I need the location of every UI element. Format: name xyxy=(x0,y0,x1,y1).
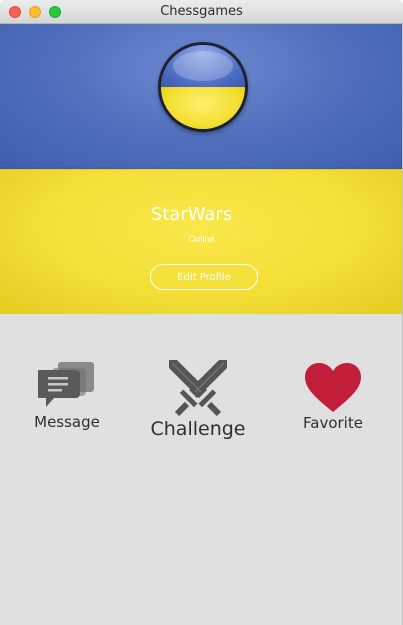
chat-bubbles-icon xyxy=(38,362,94,407)
username: StarWars xyxy=(150,204,233,225)
status-label: Online xyxy=(188,234,215,244)
challenge-label: Challenge xyxy=(150,418,246,440)
heart-icon xyxy=(305,363,361,412)
profile-header: StarWars Online Edit Profile xyxy=(0,24,403,314)
message-action[interactable]: Message xyxy=(26,360,108,431)
window-title: Chessgames xyxy=(160,4,243,19)
message-label: Message xyxy=(34,413,100,431)
favorite-label: Favorite xyxy=(303,414,363,432)
avatar-shine xyxy=(173,51,233,81)
challenge-action[interactable]: Challenge xyxy=(146,358,250,440)
favorite-action[interactable]: Favorite xyxy=(296,362,370,432)
title-bar[interactable]: Chessgames xyxy=(0,0,403,24)
flag-divider xyxy=(0,167,403,170)
edit-profile-button[interactable]: Edit Profile xyxy=(150,264,258,290)
avatar-yellow-half xyxy=(161,87,245,129)
crossed-swords-icon xyxy=(169,360,227,417)
app-window: Chessgames StarWars Online Edit Profile … xyxy=(0,0,403,625)
avatar[interactable] xyxy=(158,42,248,132)
